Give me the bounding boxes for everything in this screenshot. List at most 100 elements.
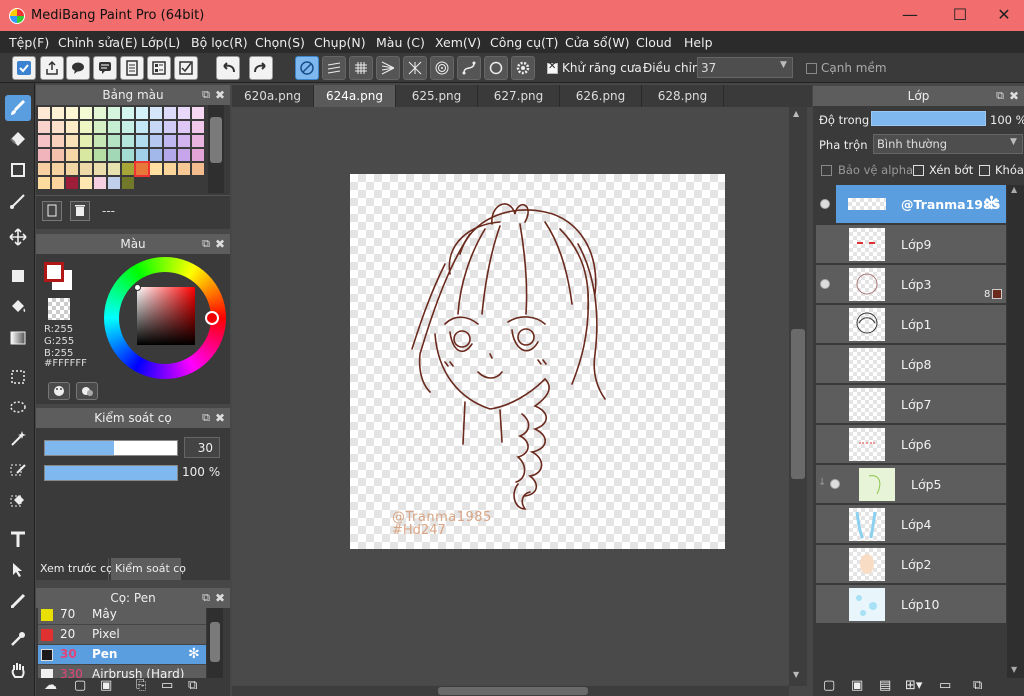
palette-swatch[interactable] [192, 135, 204, 147]
layer-scrollbar[interactable]: ▲ ▼ [1007, 185, 1024, 678]
scroll-up-icon[interactable]: ▲ [793, 109, 799, 118]
bucket-tool-icon[interactable] [5, 294, 31, 320]
visibility-eye-icon[interactable] [820, 199, 830, 209]
palette-swatch[interactable] [52, 121, 64, 133]
visibility-eye-icon[interactable] [830, 479, 840, 489]
protect-alpha-checkbox[interactable] [821, 165, 832, 176]
cloud-brush-icon[interactable]: ☁ [44, 678, 57, 693]
palette-swatch[interactable] [38, 121, 50, 133]
brush-tool-icon[interactable] [5, 95, 31, 121]
undock-icon[interactable]: ⧉ [202, 234, 210, 254]
palette-scrollbar[interactable] [208, 105, 224, 193]
palette-swatch[interactable] [66, 149, 78, 161]
palette-swatch[interactable] [52, 177, 64, 189]
layer-row[interactable]: Lớp7 [816, 385, 1006, 424]
speech-bubble-icon[interactable] [66, 56, 90, 80]
menu-color[interactable]: Màu (C) [376, 35, 425, 50]
layer-row[interactable]: Lớp3 8 [816, 265, 1006, 304]
palette-swatch[interactable] [122, 121, 134, 133]
transparent-color-swatch[interactable] [48, 298, 70, 320]
layer-row[interactable]: Lớp9 [816, 225, 1006, 264]
menu-layer[interactable]: Lớp(L) [141, 35, 180, 50]
palette-swatch[interactable] [94, 135, 106, 147]
palette-swatch[interactable] [136, 121, 148, 133]
palette-swatch[interactable] [66, 107, 78, 119]
undo-icon[interactable] [216, 56, 240, 80]
brush-copy-icon[interactable]: ⎘ [136, 678, 146, 693]
brush-size-slider[interactable] [44, 440, 178, 456]
layer-row[interactable]: Lớp2 [816, 545, 1006, 584]
select-eraser-tool-icon[interactable] [5, 488, 31, 514]
tab-625[interactable]: 625.png [396, 85, 478, 107]
undock-icon[interactable]: ⧉ [202, 408, 210, 428]
tab-624a[interactable]: 624a.png [314, 85, 396, 107]
palette-swatch[interactable] [94, 177, 106, 189]
palette-swatch[interactable] [150, 135, 162, 147]
brush-duplicate-icon[interactable]: ⧉ [188, 678, 197, 693]
palette-swatch[interactable] [52, 135, 64, 147]
new-layer-icon[interactable]: ▢ [823, 678, 835, 693]
check-icon[interactable] [12, 56, 36, 80]
palette-swatch[interactable] [108, 177, 120, 189]
rectangle-tool-icon[interactable] [5, 157, 31, 183]
close-panel-icon[interactable]: ✖ [215, 234, 225, 254]
palette-swatch[interactable] [192, 107, 204, 119]
saturation-value-square[interactable] [134, 284, 195, 345]
palette-swatch[interactable] [66, 121, 78, 133]
palette-swatch[interactable] [178, 135, 190, 147]
palette-swatch[interactable] [80, 121, 92, 133]
add-brush-icon[interactable]: ▣ [100, 678, 112, 693]
palette-swatch[interactable] [164, 135, 176, 147]
hue-handle[interactable] [205, 311, 219, 325]
palette-swatch-grid[interactable] [38, 107, 204, 193]
canvas-hscroll-thumb[interactable] [438, 687, 588, 695]
close-panel-icon[interactable]: ✖ [215, 408, 225, 428]
radial-snap-icon[interactable] [376, 56, 400, 80]
snap-off-icon[interactable] [295, 56, 319, 80]
clip-checkbox[interactable] [913, 165, 924, 176]
layer-row[interactable]: Lớp4 [816, 505, 1006, 544]
concentric-snap-icon[interactable] [430, 56, 454, 80]
ellipse-snap-icon[interactable] [484, 56, 508, 80]
delete-palette-button[interactable] [70, 201, 90, 221]
eyedropper-tool-icon[interactable] [5, 626, 31, 652]
divide-panel-tool-icon[interactable] [5, 588, 31, 614]
palette-swatch[interactable] [94, 163, 106, 175]
undock-icon[interactable]: ⧉ [996, 86, 1004, 106]
grid-snap-icon[interactable] [349, 56, 373, 80]
palette-swatch[interactable] [122, 135, 134, 147]
gradient-tool-icon[interactable] [5, 325, 31, 351]
redo-icon[interactable] [249, 56, 273, 80]
brush-opacity-slider[interactable] [44, 465, 178, 481]
palette-swatch[interactable] [164, 107, 176, 119]
palette-swatch[interactable] [164, 121, 176, 133]
palette-swatch[interactable] [178, 107, 190, 119]
close-panel-icon[interactable]: ✖ [215, 85, 225, 105]
blend-mode-dropdown[interactable]: Bình thường ▼ [873, 134, 1023, 154]
brush-list-scrollbar[interactable] [207, 608, 223, 678]
vanishing-point-icon[interactable] [403, 56, 427, 80]
menu-tools[interactable]: Công cụ(T) [490, 35, 558, 50]
palette-swatch[interactable] [94, 107, 106, 119]
brush-settings-gear-icon[interactable]: ✻ [188, 646, 200, 662]
pen-line-tool-icon[interactable] [5, 188, 31, 214]
canvas-horizontal-scrollbar[interactable] [232, 686, 789, 696]
close-button[interactable]: ✕ [994, 6, 1014, 26]
document-icon[interactable] [120, 56, 144, 80]
magic-wand-tool-icon[interactable] [5, 426, 31, 452]
palette-swatch[interactable] [150, 121, 162, 133]
menu-help[interactable]: Help [684, 35, 713, 50]
palette-swatch[interactable] [38, 107, 50, 119]
palette-swatch[interactable] [192, 149, 204, 161]
menu-file[interactable]: Tệp(F) [9, 35, 49, 50]
minimize-button[interactable]: — [900, 6, 920, 26]
menu-window[interactable]: Cửa sổ(W) [565, 35, 630, 50]
new-palette-button[interactable] [42, 201, 62, 221]
palette-swatch[interactable] [108, 121, 120, 133]
brush-item[interactable]: 20 Pixel [38, 625, 206, 645]
palette-swatch[interactable] [80, 163, 92, 175]
new-folder-icon[interactable]: ▭ [939, 678, 951, 693]
palette-swatch[interactable] [150, 149, 162, 161]
scroll-down-icon[interactable]: ▼ [793, 670, 799, 679]
add-layer-dropdown-icon[interactable]: ⊞▾ [905, 678, 922, 693]
